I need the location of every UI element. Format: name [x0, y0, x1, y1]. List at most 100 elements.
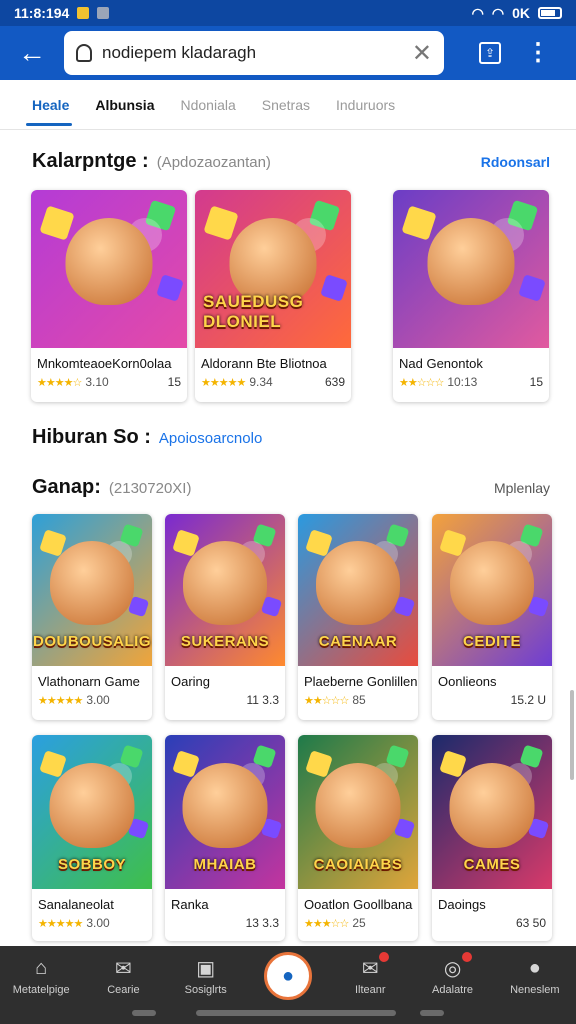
game-count: 63 50	[515, 916, 546, 930]
notification-badge	[461, 952, 472, 962]
section-subtitle: (2130720XI)	[108, 480, 192, 497]
section-title: Hiburan So :	[32, 426, 151, 448]
character-illustration	[315, 763, 401, 848]
game-card[interactable]: MnkomteaoeKorn0olaa ★★★★☆ 3.10 15	[31, 190, 187, 402]
game-title: Ooatlon Goollbana	[304, 897, 413, 912]
section-subtitle[interactable]: Apoiosoarcnolo	[159, 430, 262, 447]
game-thumbnail: CAOIAIABS	[298, 735, 418, 889]
game-thumbnail: CAENAAR	[298, 514, 418, 666]
game-card[interactable]: SUKERANS Oaring 11 3.3	[165, 514, 285, 720]
rating-value: 3.10	[85, 375, 109, 389]
rating-value: 9.34	[249, 375, 273, 389]
game-logo-text: CAMES	[463, 856, 521, 873]
close-icon[interactable]: ✕	[412, 39, 432, 68]
game-logo-text: CAENAAR	[318, 633, 398, 650]
nav-profile[interactable]: ● Neneslem	[494, 946, 576, 1024]
thumbnail-decoration	[156, 274, 184, 302]
share-button[interactable]: ⇪	[462, 26, 518, 80]
rating-stars: ★★☆☆☆	[304, 694, 349, 707]
top-app-bar: ← ✕ ⇪ ⋮	[0, 26, 576, 80]
notification-badge	[379, 952, 390, 962]
nav-home[interactable]: ⌂ Metatelpige	[0, 946, 82, 1024]
game-card[interactable]: SAUEDUSG DLONIEL Aldorann Bte Bliotnoa ★★★…	[195, 190, 351, 402]
see-more-link[interactable]: Mplenlay	[494, 480, 550, 496]
location-pin-icon[interactable]: ●	[263, 952, 312, 1000]
game-meta: ★★★★★ 9.34 639	[195, 371, 351, 389]
nav-label: Ilteanr	[354, 984, 386, 996]
game-thumbnail	[31, 190, 187, 348]
game-card[interactable]: SOBBOY Sanalaneolat ★★★★★ 3.00	[32, 735, 152, 941]
game-meta: ★★★★★ 3.00	[32, 912, 152, 930]
game-meta: ★★☆☆☆ 10:13 15	[393, 371, 549, 389]
game-count: 15	[167, 375, 181, 389]
section-title: Ganap:	[32, 476, 101, 498]
game-card[interactable]: CAENAAR Plaeberne Gonlillen ★★☆☆☆ 85	[298, 514, 418, 720]
tab-ndoniala[interactable]: Ndoniala	[167, 80, 248, 130]
rating-value: 85	[352, 693, 366, 707]
thumbnail-decoration	[518, 274, 546, 302]
tab-snetras[interactable]: Snetras	[249, 80, 323, 130]
nav-label: Metatelpige	[12, 984, 70, 996]
status-bar: 11:8:194 ◠ ◠ 0K	[0, 0, 576, 26]
tab-induruors[interactable]: Induruors	[323, 80, 408, 130]
rating-value: 3.00	[86, 693, 110, 707]
mail-icon: ✉	[115, 957, 132, 980]
tab-albunsia[interactable]: Albunsia	[82, 80, 167, 130]
character-illustration	[183, 541, 267, 625]
section-header: Hiburan So : Apoiosoarcnolo	[32, 426, 550, 449]
game-card[interactable]: DOUBOUSALIG Vlathonarn Game ★★★★★ 3.00	[32, 514, 152, 720]
game-thumbnail: MHAIAB	[165, 735, 285, 889]
game-meta: 15.2 U	[432, 689, 552, 707]
game-count: 639	[324, 375, 345, 389]
scrollbar[interactable]	[570, 690, 574, 780]
nav-handle	[132, 1010, 156, 1016]
rating-value: 10:13	[447, 375, 478, 389]
share-icon: ⇪	[479, 42, 501, 64]
game-title: Aldorann Bte Bliotnoa	[201, 356, 327, 371]
nav-label: Neneslem	[510, 984, 560, 996]
rating-stars: ★★★★★	[38, 917, 83, 930]
game-logo-text: SOBBOY	[57, 856, 126, 873]
game-card[interactable]: CAOIAIABS Ooatlon Goollbana ★★★☆☆ 25	[298, 735, 418, 941]
tab-heale[interactable]: Heale	[26, 80, 82, 130]
game-title: Daoings	[438, 897, 486, 912]
more-vert-icon: ⋮	[526, 39, 550, 66]
search-bar[interactable]: ✕	[64, 31, 444, 75]
nav-handle	[420, 1010, 444, 1016]
game-meta: ★★★★★ 3.00	[32, 689, 152, 707]
back-arrow-icon[interactable]: ←	[0, 26, 64, 80]
game-title: Ranka	[171, 897, 209, 912]
game-logo-text: MHAIAB	[193, 856, 257, 873]
game-card[interactable]: Nad Genontok ★★☆☆☆ 10:13 15	[393, 190, 549, 402]
game-meta: 13 3.3	[165, 912, 285, 930]
rating-stars: ★★★★★	[38, 694, 83, 707]
gallery-icon: ▣	[196, 957, 216, 980]
game-logo-text: DOUBOUSALIG	[33, 633, 151, 650]
nav-label: Cearie	[107, 984, 140, 996]
rating-stars: ★★☆☆☆	[399, 376, 444, 389]
game-thumbnail	[393, 190, 549, 348]
game-thumbnail: SOBBOY	[32, 735, 152, 889]
game-thumbnail: SUKERANS	[165, 514, 285, 666]
tab-bar: Heale Albunsia Ndoniala Snetras Induruor…	[0, 80, 576, 130]
character-illustration	[427, 218, 515, 305]
game-card[interactable]: MHAIAB Ranka 13 3.3	[165, 735, 285, 941]
game-logo-text: SUKERANS	[180, 633, 270, 650]
signal-icon: ◠	[491, 4, 505, 21]
rating-stars: ★★★★★	[201, 376, 246, 389]
game-title: Oaring	[171, 674, 211, 689]
game-meta: ★★★☆☆ 25	[298, 912, 418, 930]
game-card[interactable]: CEDITE Oonlieons 15.2 U	[432, 514, 552, 720]
thumbnail-decoration	[39, 205, 75, 241]
game-title: Sanalaneolat	[38, 897, 114, 912]
more-button[interactable]: ⋮	[518, 26, 558, 80]
game-thumbnail: CEDITE	[432, 514, 552, 666]
search-input[interactable]	[102, 43, 412, 63]
character-illustration	[49, 763, 135, 848]
user-icon: ●	[528, 956, 541, 979]
game-thumbnail: CAMES	[432, 735, 552, 889]
game-meta: 63 50	[432, 912, 552, 930]
game-title: Vlathonarn Game	[38, 674, 140, 689]
see-more-link[interactable]: Rdoonsarl	[481, 154, 550, 170]
game-card[interactable]: CAMES Daoings 63 50	[432, 735, 552, 941]
